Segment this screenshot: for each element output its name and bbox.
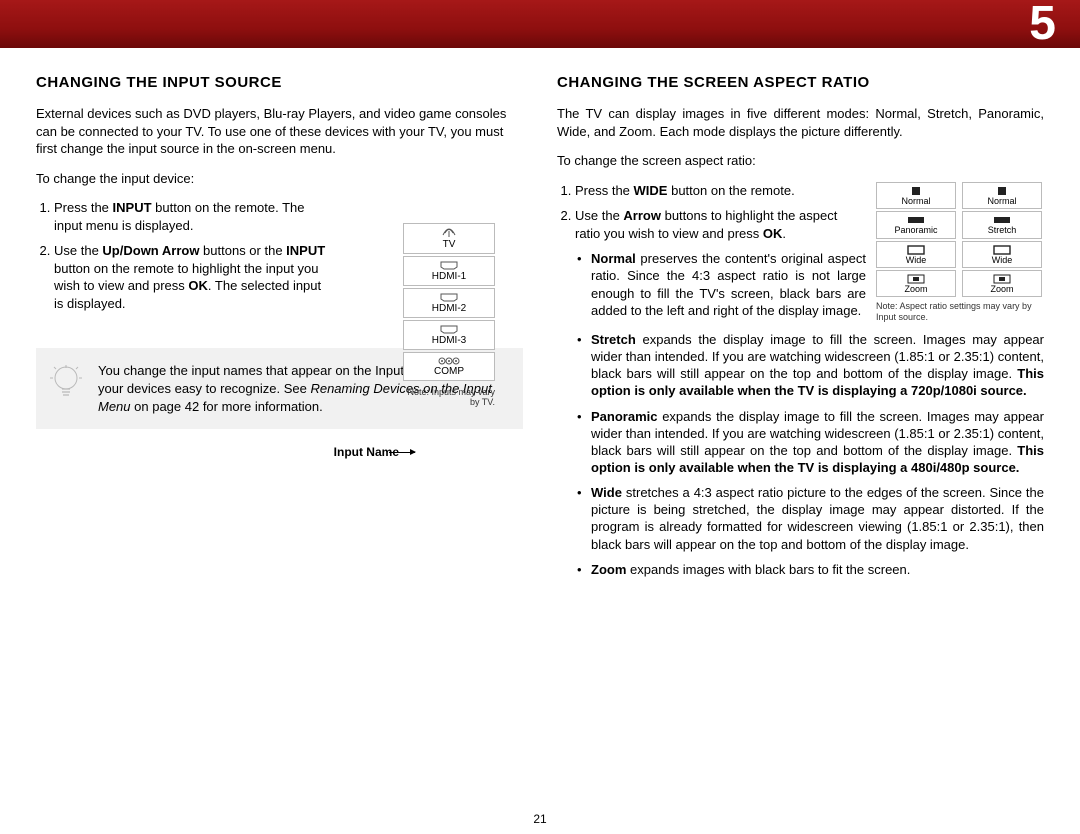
aspect-item: Wide [876, 241, 956, 268]
input-menu-item: TV [403, 223, 495, 254]
left-steps: Press the INPUT button on the remote. Th… [36, 199, 333, 312]
aspect-item: Wide [962, 241, 1042, 268]
aspect-item: Normal [876, 182, 956, 209]
aspect-icon [994, 186, 1010, 196]
chapter-header-bar: 5 [0, 0, 1080, 48]
aspect-icon [993, 215, 1011, 225]
input-menu-item: HDMI-2 [403, 288, 495, 318]
antenna-icon [404, 228, 494, 238]
input-menu-diagram: TV HDMI-1 HDMI-2 [403, 223, 495, 407]
input-menu-item: COMP [403, 352, 495, 381]
aspect-note: Note: Aspect ratio settings may vary by … [876, 301, 1044, 323]
right-steps: Press the WIDE button on the remote. Use… [557, 182, 866, 319]
aspect-icon [993, 245, 1011, 255]
left-step-1: Press the INPUT button on the remote. Th… [54, 199, 333, 234]
aspect-menus: Normal Panoramic Wide Zoom [876, 182, 1044, 300]
right-bullet-list: Stretch expands the display image to fil… [557, 331, 1044, 578]
right-bullet-list-inner: Normal preserves the content's original … [575, 250, 866, 319]
right-steps-text: Press the WIDE button on the remote. Use… [557, 182, 866, 327]
aspect-icon [907, 245, 925, 255]
aspect-item: Panoramic [876, 211, 956, 238]
aspect-icon [993, 274, 1011, 284]
aspect-menu-col-1: Normal Panoramic Wide Zoom [876, 182, 956, 300]
component-icon [404, 357, 494, 365]
bullet-wide: Wide stretches a 4:3 aspect ratio pictur… [591, 484, 1044, 553]
right-heading: CHANGING THE SCREEN ASPECT RATIO [557, 74, 1044, 91]
right-steps-wrap: Press the WIDE button on the remote. Use… [557, 182, 1044, 327]
right-step-2: Use the Arrow buttons to highlight the a… [575, 207, 866, 319]
aspect-item: Normal [962, 182, 1042, 209]
arrow-icon [389, 452, 415, 453]
right-step-1: Press the WIDE button on the remote. [575, 182, 866, 200]
bullet-panoramic: Panoramic expands the display image to f… [591, 408, 1044, 477]
aspect-menu-col-2: Normal Stretch Wide Zoom [962, 182, 1042, 300]
left-steps-wrap: Press the INPUT button on the remote. Th… [36, 199, 523, 312]
hdmi-icon [404, 293, 494, 302]
right-column: CHANGING THE SCREEN ASPECT RATIO The TV … [557, 74, 1044, 586]
left-column: CHANGING THE INPUT SOURCE External devic… [36, 74, 523, 586]
aspect-icon [907, 274, 925, 284]
aspect-menus-wrap: Normal Panoramic Wide Zoom [876, 182, 1044, 327]
hdmi-icon [404, 325, 494, 334]
left-step-2: Use the Up/Down Arrow buttons or the INP… [54, 242, 333, 312]
left-heading: CHANGING THE INPUT SOURCE [36, 74, 523, 91]
bullet-stretch: Stretch expands the display image to fil… [591, 331, 1044, 400]
page-number: 21 [0, 812, 1080, 826]
aspect-item: Zoom [962, 270, 1042, 297]
hdmi-icon [404, 261, 494, 270]
left-steps-text: Press the INPUT button on the remote. Th… [36, 199, 333, 312]
lightbulb-icon [48, 362, 84, 415]
aspect-item: Zoom [876, 270, 956, 297]
aspect-icon [907, 215, 925, 225]
bullet-zoom: Zoom expands images with black bars to f… [591, 561, 1044, 578]
input-menu-item: HDMI-1 [403, 256, 495, 286]
page-body: CHANGING THE INPUT SOURCE External devic… [0, 48, 1080, 596]
input-menu-item: HDMI-3 [403, 320, 495, 350]
bullet-normal: Normal preserves the content's original … [591, 250, 866, 319]
aspect-item: Stretch [962, 211, 1042, 238]
aspect-icon [908, 186, 924, 196]
chapter-number: 5 [1029, 0, 1056, 51]
left-intro: External devices such as DVD players, Bl… [36, 105, 523, 158]
right-lead: To change the screen aspect ratio: [557, 152, 1044, 170]
right-intro: The TV can display images in five differ… [557, 105, 1044, 140]
inputs-vary-note: Note: Inputs may vary by TV. [403, 387, 495, 407]
left-lead: To change the input device: [36, 170, 523, 188]
